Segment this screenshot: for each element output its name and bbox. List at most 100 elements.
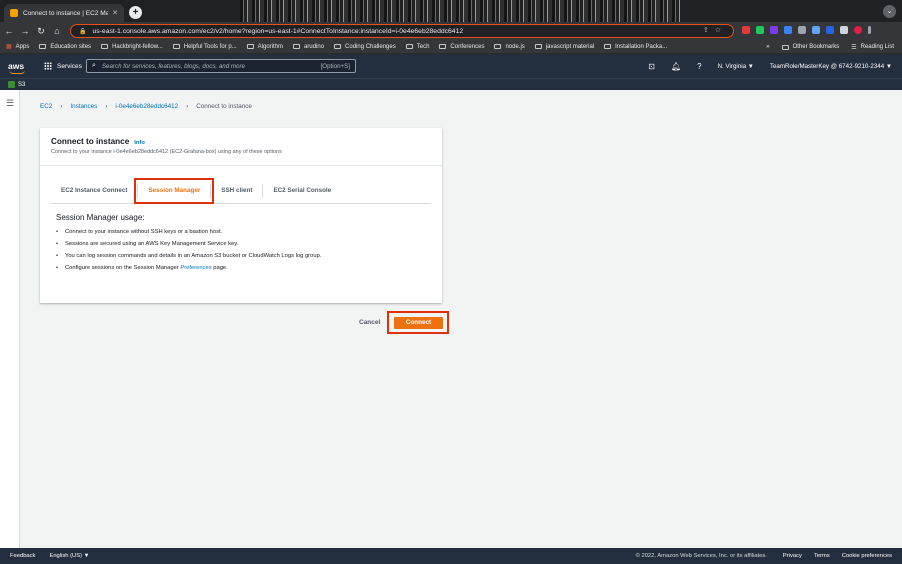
extension-icon[interactable]	[770, 26, 778, 34]
breadcrumb-instance-id[interactable]: i-0e4e6eb28eddc6412	[115, 103, 178, 110]
url-text: us-east-1.console.aws.amazon.com/ec2/v2/…	[92, 27, 464, 35]
folder-icon	[101, 44, 109, 49]
chevron-right-icon: ›	[186, 103, 189, 110]
extension-icon[interactable]	[784, 26, 792, 34]
folder-icon	[405, 44, 413, 49]
profile-avatar[interactable]	[854, 26, 862, 34]
info-link[interactable]: Info	[134, 140, 145, 146]
search-placeholder: Search for services, features, blogs, do…	[101, 62, 245, 70]
bookmarks-bar: ▦ Apps Education sites Hackbright-fellow.…	[0, 40, 902, 54]
reading-list[interactable]: ☰ Reading List	[851, 44, 894, 51]
bookmark-folder[interactable]: Installation Packa...	[604, 44, 667, 50]
home-icon[interactable]: ⌂	[50, 26, 64, 36]
aws-smile-icon	[9, 70, 25, 74]
extension-icon[interactable]	[826, 26, 834, 34]
notifications-bell-icon[interactable]: 🔔︎	[671, 62, 681, 71]
tab-ssh-client[interactable]: SSH client	[211, 183, 264, 198]
extension-icon[interactable]	[742, 26, 750, 34]
tabbar-background-pattern	[240, 0, 680, 22]
bookmarks-overflow-button[interactable]: »	[766, 44, 769, 50]
aws-nav-right: ⊡ 🔔︎ ? N. Virginia ▼ TeamRole/MasterKey …	[648, 54, 892, 78]
cookie-preferences-link[interactable]: Cookie preferences	[842, 553, 892, 559]
breadcrumb-ec2[interactable]: EC2	[40, 103, 52, 110]
side-navigation: ☰	[0, 90, 20, 548]
panel-description: Connect to your instance i-0e4e6eb28eddc…	[51, 149, 282, 155]
usage-list: Connect to your instance without SSH key…	[56, 229, 321, 277]
connect-button[interactable]: Connect	[394, 317, 443, 329]
reload-icon[interactable]: ↻	[34, 26, 48, 37]
session-manager-usage-heading: Session Manager usage:	[56, 213, 145, 222]
preferences-link[interactable]: Preferences	[180, 265, 211, 271]
folder-icon	[39, 44, 47, 49]
browser-tab-active[interactable]: Connect to instance | EC2 Man... ✕	[4, 4, 124, 22]
browser-menu-icon[interactable]	[868, 26, 871, 34]
aws-search-input[interactable]: ⌕ Search for services, features, blogs, …	[86, 59, 356, 73]
cancel-button[interactable]: Cancel	[359, 319, 380, 326]
privacy-link[interactable]: Privacy	[783, 553, 802, 559]
breadcrumb-instances[interactable]: Instances	[70, 103, 97, 110]
aws-favicon-icon	[10, 9, 18, 17]
tab-search-icon[interactable]: ⌄	[883, 5, 896, 18]
region-selector[interactable]: N. Virginia ▼	[718, 63, 754, 70]
aws-logo[interactable]: aws	[8, 61, 30, 74]
aws-top-nav: aws Services ⌕ Search for services, feat…	[0, 54, 902, 78]
list-item: Configure sessions on the Session Manage…	[56, 265, 321, 272]
connect-button-highlight: Connect	[387, 311, 449, 334]
search-icon: ⌕	[92, 62, 96, 69]
help-icon[interactable]: ?	[697, 62, 701, 71]
menu-hamburger-icon[interactable]: ☰	[6, 98, 14, 109]
extension-icon[interactable]	[798, 26, 806, 34]
services-grid-icon	[44, 62, 52, 70]
close-tab-icon[interactable]: ✕	[112, 9, 118, 17]
extension-icon[interactable]	[756, 26, 764, 34]
breadcrumb: EC2 › Instances › i-0e4e6eb28eddc6412 › …	[40, 103, 252, 110]
bookmark-folder[interactable]: Education sites	[39, 44, 91, 50]
bookmark-star-icon[interactable]: ⇪☆	[703, 26, 727, 34]
forward-icon[interactable]: →	[18, 26, 32, 36]
cloudshell-icon[interactable]: ⊡	[648, 62, 655, 71]
other-bookmarks[interactable]: Other Bookmarks	[781, 44, 839, 50]
console-footer: Feedback English (US) ▼ © 2022, Amazon W…	[0, 548, 902, 564]
browser-tab-title: Connect to instance | EC2 Man...	[23, 9, 109, 17]
extension-icons	[742, 26, 871, 34]
favorites-bar: S3	[0, 78, 902, 90]
back-icon[interactable]: ←	[2, 26, 16, 36]
connection-method-tabs: EC2 Instance Connect Session Manager SSH…	[51, 177, 431, 204]
bookmark-folder[interactable]: Helpful Tools for p...	[172, 44, 237, 50]
extensions-puzzle-icon[interactable]	[840, 26, 848, 34]
folder-icon	[334, 44, 342, 49]
feedback-link[interactable]: Feedback	[10, 553, 35, 559]
tab-ec2-instance-connect[interactable]: EC2 Instance Connect	[51, 183, 139, 198]
browser-tab-bar: Connect to instance | EC2 Man... ✕ + ⌄	[0, 0, 902, 22]
favorite-s3-link[interactable]: S3	[18, 82, 25, 88]
search-shortcut-hint: [Option+S]	[320, 62, 350, 70]
bookmark-folder[interactable]: Hackbright-fellow...	[101, 44, 163, 50]
folder-icon	[172, 44, 180, 49]
terms-link[interactable]: Terms	[814, 553, 830, 559]
bookmark-folder[interactable]: Coding Challenges	[334, 44, 396, 50]
bookmark-folder[interactable]: javascript material	[534, 44, 594, 50]
extension-icon[interactable]	[812, 26, 820, 34]
tab-session-manager[interactable]: Session Manager	[134, 177, 215, 204]
folder-icon	[534, 44, 542, 49]
folder-icon	[246, 44, 254, 49]
bookmark-folder[interactable]: Tech	[405, 44, 429, 50]
bookmark-folder[interactable]: arudino	[293, 44, 324, 50]
bookmarks-right: » Other Bookmarks ☰ Reading List	[766, 40, 894, 54]
apps-grid-icon: ▦	[6, 44, 12, 50]
services-menu-button[interactable]: Services	[44, 62, 82, 70]
language-selector[interactable]: English (US) ▼	[49, 553, 89, 559]
account-menu[interactable]: TeamRole/MasterKey @ 6742-9210-2344 ▼	[770, 63, 892, 70]
chevron-right-icon: ›	[105, 103, 108, 110]
bookmark-folder[interactable]: Algorithm	[246, 44, 283, 50]
bookmark-folder[interactable]: Conferences	[439, 44, 484, 50]
new-tab-button[interactable]: +	[129, 6, 142, 19]
tab-ec2-serial-console[interactable]: EC2 Serial Console	[263, 184, 341, 198]
reading-list-icon: ☰	[851, 44, 857, 51]
bookmark-apps[interactable]: ▦ Apps	[6, 43, 29, 51]
page-title: Connect to instance Info	[51, 137, 145, 146]
bookmark-folder[interactable]: node.js	[494, 44, 525, 50]
chevron-right-icon: ›	[60, 103, 63, 110]
url-input[interactable]: 🔒 us-east-1.console.aws.amazon.com/ec2/v…	[70, 24, 734, 38]
folder-icon	[604, 44, 612, 49]
